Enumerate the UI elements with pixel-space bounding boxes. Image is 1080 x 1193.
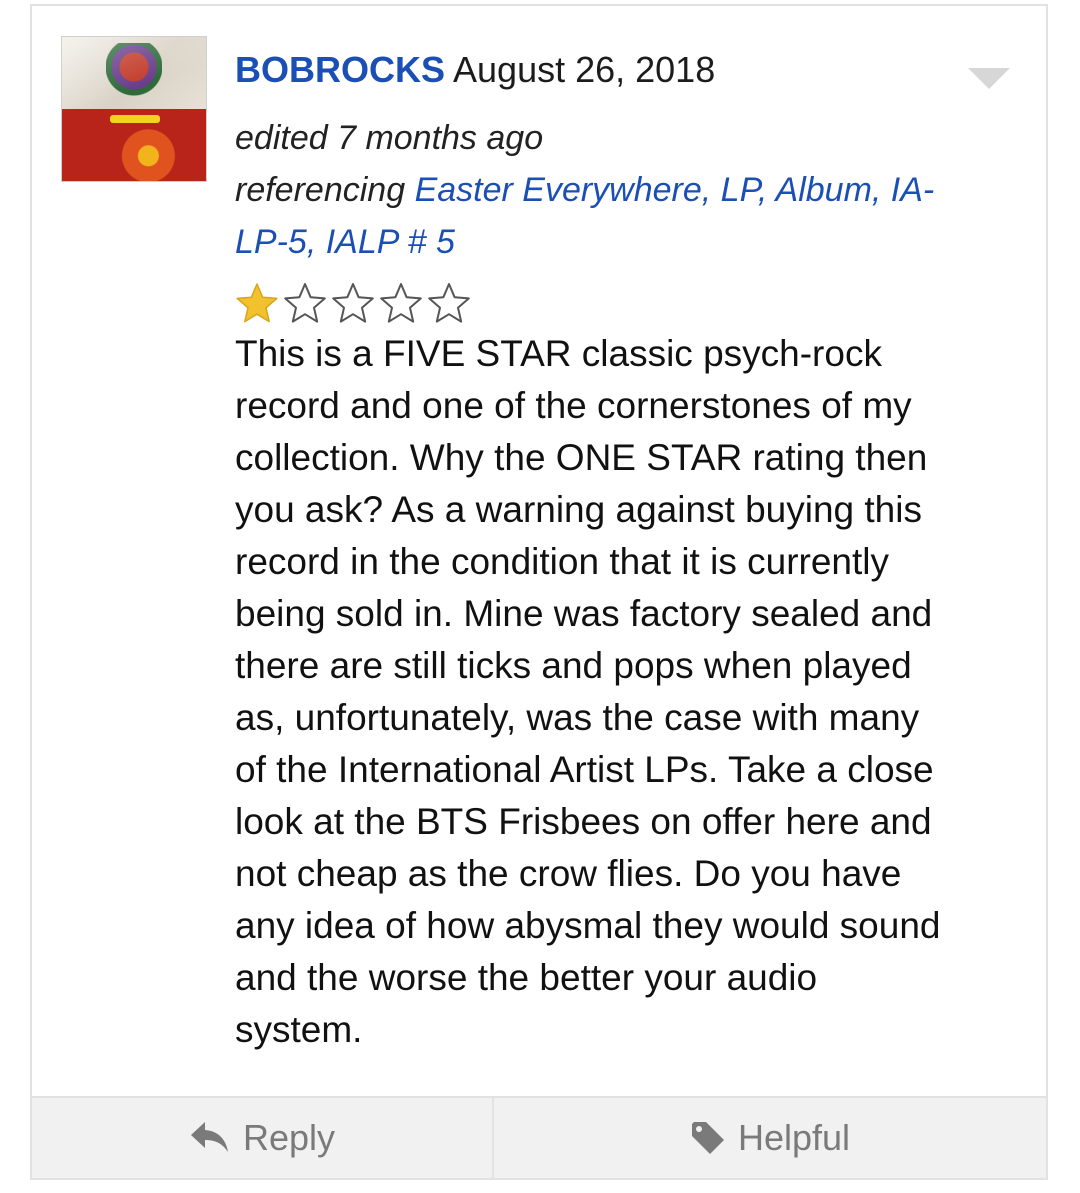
reply-label: Reply	[242, 1117, 336, 1158]
review-body-line: This is a FIVE STAR classic psych-rock	[235, 333, 882, 374]
review-body-line: record and one of the cornerstones of my	[235, 385, 912, 426]
review-content: BOBROCKS August 26, 2018 edited 7 months …	[235, 44, 1015, 1056]
reply-arrow-icon	[190, 1122, 228, 1152]
star-empty-icon	[332, 283, 374, 323]
star-empty-icon	[284, 283, 326, 323]
review-date: August 26, 2018	[453, 49, 716, 90]
review-footer: Reply Helpful	[32, 1096, 1046, 1178]
referencing-prefix: referencing	[235, 171, 406, 209]
review-body-line: you ask? As a warning against buying thi…	[235, 489, 922, 530]
helpful-label: Helpful	[737, 1117, 851, 1158]
review-body-line: look at the BTS Frisbees on offer here a…	[235, 801, 932, 842]
release-link[interactable]: Easter Everywhere, LP, Album, IA-	[415, 171, 935, 209]
star-empty-icon	[428, 283, 470, 323]
star-filled-icon	[236, 283, 278, 323]
review-body-line: being sold in. Mine was factory sealed a…	[235, 593, 933, 634]
review-body-line: as, unfortunately, was the case with man…	[235, 697, 920, 738]
review-body-line: not cheap as the crow flies. Do you have	[235, 853, 902, 894]
review-body-line: there are still ticks and pops when play…	[235, 645, 912, 686]
review-card: BOBROCKS August 26, 2018 edited 7 months …	[30, 4, 1048, 1180]
release-thumbnail[interactable]	[61, 36, 207, 182]
review-body-line: record in the condition that it is curre…	[235, 541, 889, 582]
star-empty-icon	[380, 283, 422, 323]
review-header: BOBROCKS August 26, 2018	[235, 44, 1015, 96]
star-rating	[235, 280, 1015, 326]
edited-note: edited 7 months ago	[235, 119, 544, 157]
referencing-line: referencing Easter Everywhere, LP, Album…	[235, 164, 1015, 268]
review-body: This is a FIVE STAR classic psych-rock re…	[235, 328, 1025, 1056]
review-body-line: of the International Artist LPs. Take a …	[235, 749, 934, 790]
reply-button[interactable]: Reply	[32, 1098, 494, 1178]
review-body-line: system.	[235, 1009, 363, 1050]
review-body-line: and the worse the better your audio	[235, 957, 818, 998]
review-body-line: collection. Why the ONE STAR rating then	[235, 437, 928, 478]
username-link[interactable]: BOBROCKS	[235, 49, 445, 90]
tag-icon	[691, 1122, 724, 1154]
helpful-button[interactable]: Helpful	[494, 1098, 1046, 1178]
release-link-continued[interactable]: LP-5, IALP # 5	[235, 223, 455, 261]
review-body-line: any idea of how abysmal they would sound	[235, 905, 941, 946]
